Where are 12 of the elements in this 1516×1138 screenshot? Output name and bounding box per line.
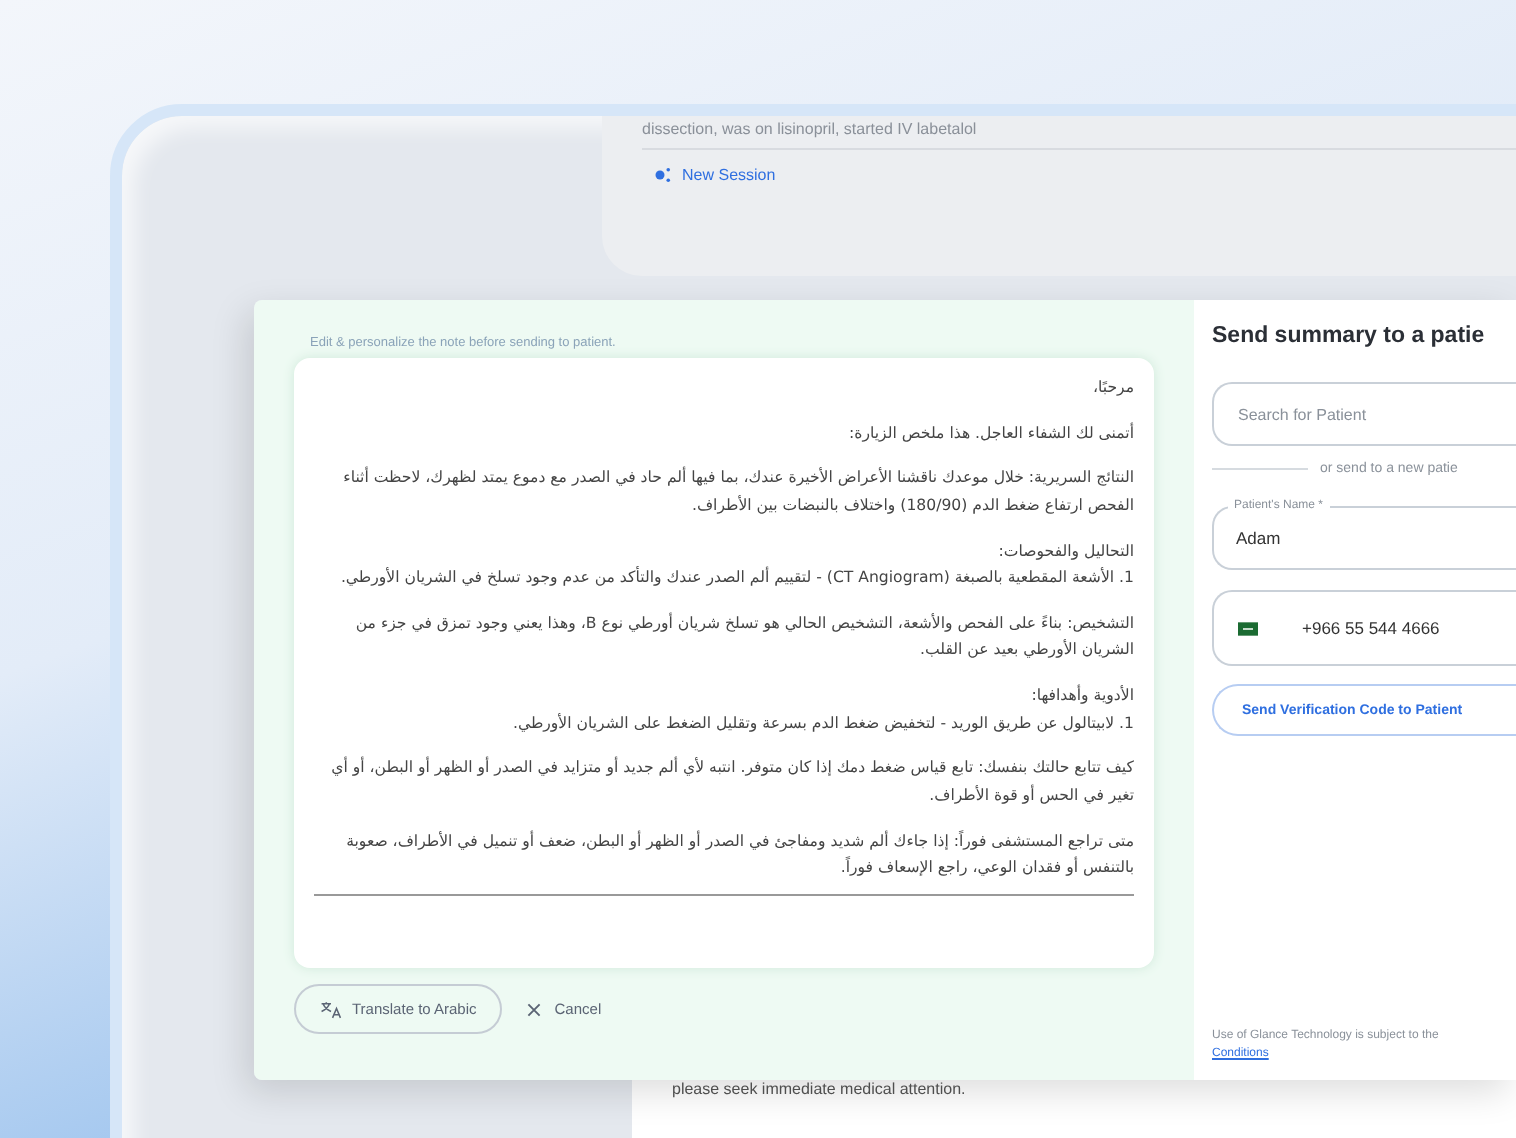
field-value: Adam — [1236, 528, 1281, 548]
panel-title: Send summary to a patie — [1212, 324, 1487, 348]
phone-field[interactable]: +966 55 544 4666 — [1212, 590, 1516, 666]
session-note: dissection, was on lisinopril, started IV labetalol — [642, 120, 979, 138]
new-session-button[interactable]: New Session — [642, 166, 776, 184]
flag-icon — [1238, 621, 1258, 635]
phone-number: +966 55 544 4666 — [1302, 618, 1440, 638]
translate-icon — [320, 999, 342, 1019]
close-icon — [526, 1001, 543, 1017]
note-text: please seek immediate medical attention. — [672, 1080, 966, 1098]
note-editor[interactable] — [294, 358, 1154, 968]
patient-search-field[interactable]: Search for Patient — [1212, 382, 1516, 446]
